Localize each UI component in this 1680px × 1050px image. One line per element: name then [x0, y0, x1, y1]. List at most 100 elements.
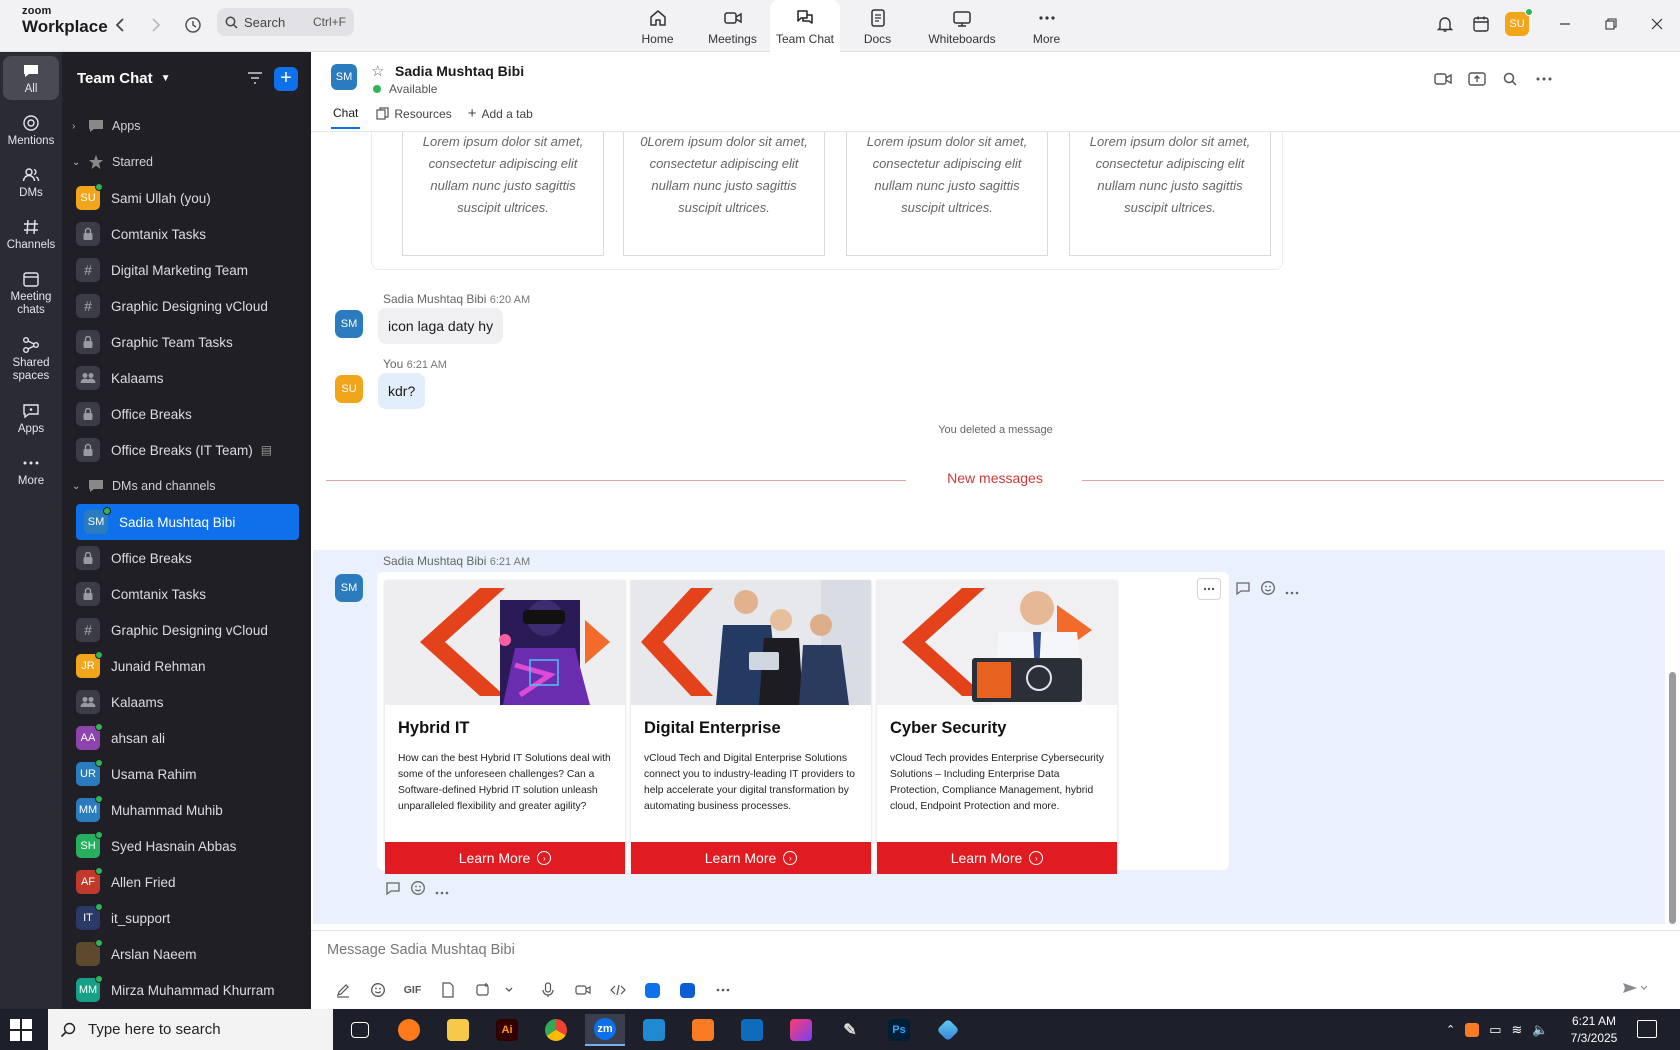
message-bubble[interactable]: icon laga daty hy: [378, 308, 504, 344]
composer-more-button[interactable]: [705, 979, 740, 1001]
section-starred[interactable]: ⌄ Starred: [62, 144, 311, 180]
sidebar-item[interactable]: # Graphic Designing vCloud: [62, 288, 311, 324]
notifications-button[interactable]: [1431, 10, 1459, 38]
taskbar-app-chrome[interactable]: [536, 1014, 576, 1046]
tab-resources[interactable]: Resources: [376, 105, 452, 129]
reply-icon[interactable]: [385, 880, 401, 899]
video-call-button[interactable]: [1431, 68, 1455, 90]
system-clock[interactable]: 6:21 AM 7/3/2025: [1566, 1013, 1622, 1047]
contact-avatar[interactable]: SM: [331, 64, 357, 90]
screenshot-button[interactable]: [465, 979, 500, 1001]
sender-avatar[interactable]: SM: [335, 310, 363, 338]
taskbar-app-creative-cloud[interactable]: [781, 1014, 821, 1046]
emoji-button[interactable]: [360, 979, 395, 1001]
sender-avatar[interactable]: SM: [335, 574, 363, 602]
learn-more-button[interactable]: Learn More ›: [877, 842, 1117, 874]
more-icon[interactable]: [435, 882, 449, 898]
sidebar-item[interactable]: Comtanix Tasks: [62, 216, 311, 252]
sidebar-item[interactable]: Office Breaks: [62, 396, 311, 432]
taskbar-app-illustrator[interactable]: Ai: [487, 1014, 527, 1046]
video-message-button[interactable]: [565, 979, 600, 1001]
taskbar-app-zoom[interactable]: zm: [585, 1014, 625, 1046]
tab-whiteboards[interactable]: Whiteboards: [915, 0, 1009, 52]
tab-add-a-tab[interactable]: + Add a tab: [468, 105, 533, 129]
tab-meetings[interactable]: Meetings: [695, 0, 770, 52]
taskbar-app-photoshop[interactable]: Ps: [879, 1014, 919, 1046]
sidebar-item[interactable]: Office Breaks: [62, 540, 311, 576]
filter-button[interactable]: [246, 69, 268, 91]
voice-message-button[interactable]: [530, 979, 565, 1001]
sidebar-title-dropdown[interactable]: Team Chat ▼: [77, 70, 170, 87]
learn-more-button[interactable]: Learn More ›: [631, 842, 871, 874]
taskbar-app-firefox[interactable]: [389, 1014, 429, 1046]
notification-center-icon[interactable]: [1637, 1020, 1657, 1038]
windows-start-icon[interactable]: [10, 1019, 32, 1041]
section-dms-and-channels[interactable]: ⌄ DMs and channels: [62, 468, 311, 504]
new-chat-button[interactable]: +: [274, 67, 298, 91]
screenshot-options-button[interactable]: [500, 979, 518, 1001]
sidebar-item[interactable]: # Graphic Designing vCloud: [62, 612, 311, 648]
close-window-button[interactable]: [1643, 10, 1671, 38]
message-input[interactable]: [327, 937, 1227, 963]
format-text-button[interactable]: [325, 979, 360, 1001]
wifi-icon[interactable]: ≋: [1512, 1022, 1523, 1038]
back-button[interactable]: [107, 12, 133, 38]
history-button[interactable]: [180, 12, 206, 38]
taskbar-app-pen-tool[interactable]: ✎: [830, 1014, 870, 1046]
emoji-icon[interactable]: [1260, 580, 1276, 599]
code-snippet-button[interactable]: [600, 979, 635, 1001]
tab-home[interactable]: Home: [620, 0, 695, 52]
sidebar-item[interactable]: IT it_support: [62, 900, 311, 936]
sender-avatar[interactable]: SU: [335, 375, 363, 403]
tab-team-chat[interactable]: Team Chat: [770, 0, 840, 52]
sidebar-item[interactable]: Kalaams: [62, 684, 311, 720]
sidebar-item[interactable]: Graphic Team Tasks: [62, 324, 311, 360]
calendar-button[interactable]: [1467, 10, 1495, 38]
message-sender[interactable]: You: [383, 357, 403, 371]
search-chat-button[interactable]: [1498, 68, 1522, 90]
taskbar-app-outlook[interactable]: [732, 1014, 772, 1046]
taskbar-app-vscode[interactable]: [634, 1014, 674, 1046]
xampp-tray-icon[interactable]: [1465, 1022, 1480, 1037]
sidebar-item[interactable]: # Digital Marketing Team: [62, 252, 311, 288]
rail-item-channels[interactable]: Channels: [3, 218, 59, 252]
chat-scrollbar[interactable]: [1669, 672, 1676, 924]
star-icon[interactable]: ☆: [371, 62, 384, 80]
sidebar-item[interactable]: AA ahsan ali: [62, 720, 311, 756]
minimize-button[interactable]: [1551, 10, 1579, 38]
reply-icon[interactable]: [1235, 580, 1251, 599]
sidebar-item[interactable]: SU Sami Ullah (you): [62, 180, 311, 216]
sidebar-item[interactable]: MM Muhammad Muhib: [62, 792, 311, 828]
global-search[interactable]: Search Ctrl+F: [217, 8, 354, 36]
taskbar-app-file-explorer[interactable]: [438, 1014, 478, 1046]
sidebar-item[interactable]: UR Usama Rahim: [62, 756, 311, 792]
contact-name[interactable]: Sadia Mushtaq Bibi: [395, 63, 524, 79]
taskbar-app-xampp[interactable]: [683, 1014, 723, 1046]
rail-item-apps[interactable]: Apps: [3, 402, 59, 436]
sidebar-item[interactable]: AF Allen Fried: [62, 864, 311, 900]
share-screen-button[interactable]: [1465, 68, 1489, 90]
sidebar-item[interactable]: Comtanix Tasks: [62, 576, 311, 612]
network-icon[interactable]: ▭: [1489, 1022, 1501, 1038]
rail-item-dms[interactable]: DMs: [3, 166, 59, 200]
send-button[interactable]: [1621, 981, 1648, 998]
rail-item-mentions[interactable]: Mentions: [3, 114, 59, 148]
app-button-1[interactable]: [635, 979, 670, 1001]
sidebar-item[interactable]: SH Syed Hasnain Abbas: [62, 828, 311, 864]
app-button-2[interactable]: [670, 979, 705, 1001]
chat-more-button[interactable]: [1532, 68, 1556, 90]
gif-button[interactable]: GIF: [395, 979, 430, 1001]
message-sender[interactable]: Sadia Mushtaq Bibi: [383, 554, 486, 568]
tab-more[interactable]: More: [1009, 0, 1084, 52]
sidebar-item[interactable]: Kalaams: [62, 360, 311, 396]
emoji-icon[interactable]: [410, 880, 426, 899]
taskbar-search[interactable]: Type here to search: [48, 1009, 333, 1050]
profile-button[interactable]: SU: [1503, 8, 1533, 38]
sidebar-item[interactable]: MM Mirza Muhammad Khurram: [62, 972, 311, 1008]
sidebar-item[interactable]: SM Sadia Mushtaq Bibi: [76, 504, 299, 540]
tab-docs[interactable]: Docs: [840, 0, 915, 52]
tray-chevron-up-icon[interactable]: ⌃: [1446, 1023, 1455, 1036]
section-apps[interactable]: › Apps: [62, 108, 311, 144]
forward-button[interactable]: [143, 12, 169, 38]
learn-more-button[interactable]: Learn More ›: [385, 842, 625, 874]
